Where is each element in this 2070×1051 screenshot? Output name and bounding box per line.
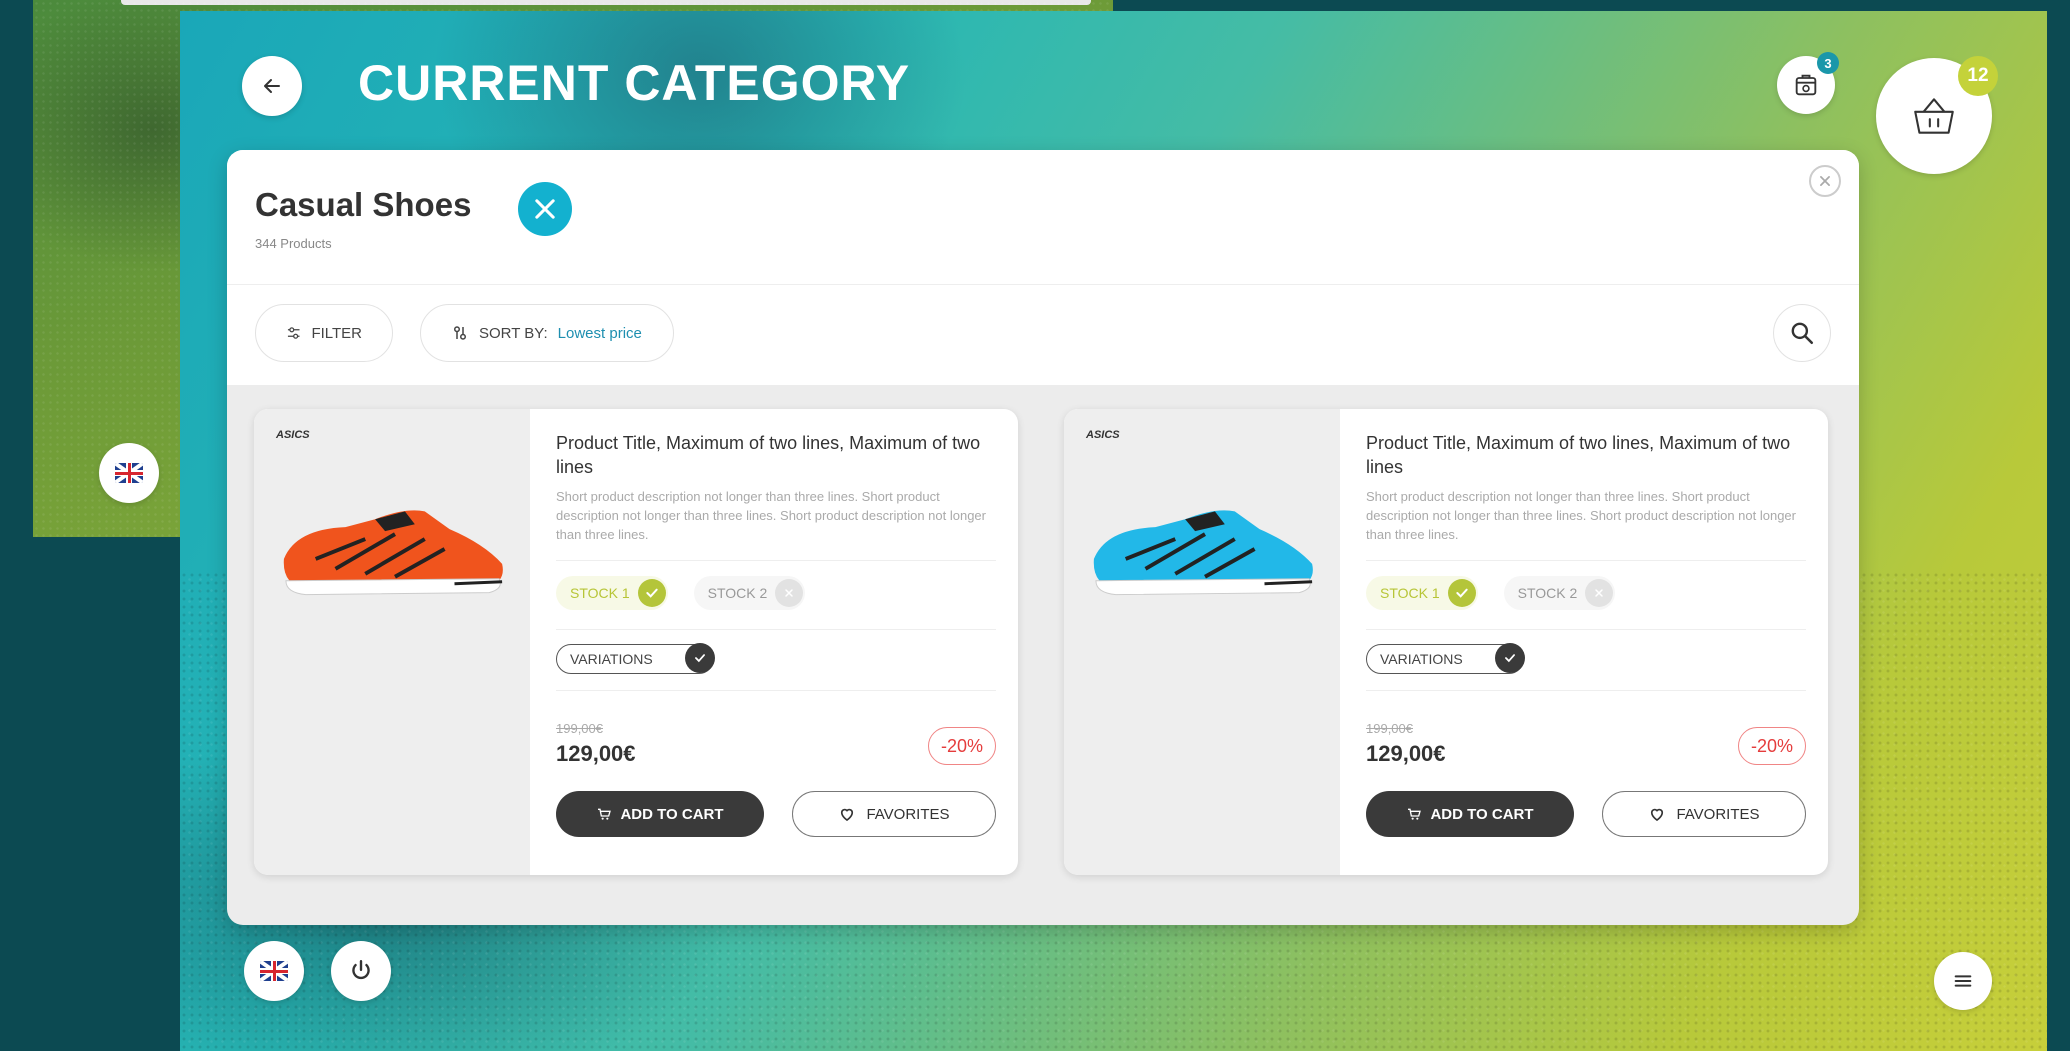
product-details: Product Title, Maximum of two lines, Max… — [1366, 431, 1806, 839]
stock-1-label: STOCK 1 — [1380, 585, 1440, 601]
divider — [556, 629, 996, 630]
divider — [556, 560, 996, 561]
product-description: Short product description not longer tha… — [1366, 489, 1796, 542]
price-row: 199,00€ 129,00€ -20% — [556, 707, 996, 773]
orders-icon — [1795, 74, 1817, 96]
product-image-area: ASICS — [1064, 409, 1340, 875]
stock-1-chip[interactable]: STOCK 1 — [1366, 576, 1478, 610]
search-button[interactable] — [1773, 304, 1831, 362]
category-title: Casual Shoes — [255, 186, 472, 223]
shoe-image-icon — [1093, 510, 1313, 596]
search-icon — [1791, 322, 1814, 345]
menu-icon — [1954, 975, 1972, 987]
sort-icon — [454, 326, 466, 340]
product-card[interactable]: ASICS Product Title, Maximum of two line… — [254, 409, 1018, 875]
discount-badge: -20% — [927, 727, 996, 765]
unavailable-icon — [1585, 579, 1614, 607]
background-topbar — [121, 0, 1091, 5]
check-icon — [637, 579, 666, 607]
variations-label: VARIATIONS — [570, 651, 653, 667]
price: 129,00€ — [556, 741, 636, 766]
clear-category-button[interactable] — [518, 182, 572, 236]
panel-close-button[interactable] — [1809, 165, 1841, 197]
orders-button[interactable]: 3 — [1777, 52, 1839, 114]
old-price: 199,00€ — [556, 721, 603, 736]
arrow-left-icon — [264, 79, 280, 93]
language-button[interactable] — [244, 941, 304, 1001]
cart-button[interactable]: 12 — [1876, 56, 1998, 174]
back-button[interactable] — [242, 56, 302, 116]
filter-button[interactable]: FILTER — [255, 304, 393, 362]
divider — [1366, 629, 1806, 630]
uk-flag-icon — [115, 463, 143, 483]
basket-icon — [1914, 98, 1954, 134]
action-row: ADD TO CART FAVORITES — [556, 791, 996, 839]
close-icon — [1820, 176, 1830, 186]
price-row: 199,00€ 129,00€ -20% — [1366, 707, 1806, 773]
cart-add-icon — [598, 808, 612, 820]
stock-2-label: STOCK 2 — [707, 585, 768, 601]
product-count: 344 Products — [255, 236, 332, 251]
panel-header: Casual Shoes 344 Products — [227, 150, 1859, 285]
stock-row: STOCK 1 STOCK 2 — [1366, 573, 1806, 613]
product-details: Product Title, Maximum of two lines, Max… — [556, 431, 996, 839]
favorites-button[interactable]: FAVORITES — [792, 791, 996, 837]
heart-icon — [841, 808, 854, 821]
power-icon — [352, 960, 370, 980]
variations-dropdown[interactable]: VARIATIONS — [1366, 643, 1525, 674]
toolbar: FILTER SORT BY: Lowest price — [227, 285, 1859, 385]
product-title: Product Title, Maximum of two lines, Max… — [1366, 433, 1791, 477]
price: 129,00€ — [1366, 741, 1446, 766]
category-panel: Casual Shoes 344 Products FILTER SORT BY… — [227, 150, 1859, 925]
stock-2-label: STOCK 2 — [1517, 585, 1578, 601]
product-description: Short product description not longer tha… — [556, 489, 986, 542]
product-title: Product Title, Maximum of two lines, Max… — [556, 433, 981, 477]
divider — [1366, 690, 1806, 691]
divider — [1366, 560, 1806, 561]
menu-button[interactable] — [1934, 952, 1992, 1010]
filter-icon — [287, 327, 300, 339]
stock-2-chip[interactable]: STOCK 2 — [1503, 576, 1616, 610]
brand-logo: ASICS — [276, 429, 310, 441]
background-language-button[interactable] — [99, 443, 159, 503]
shoe-image-icon — [283, 510, 503, 596]
stock-row: STOCK 1 STOCK 2 — [556, 573, 996, 613]
unavailable-icon — [775, 579, 804, 607]
close-icon — [535, 199, 555, 219]
cart-add-icon — [1408, 808, 1422, 820]
product-card[interactable]: ASICS Product Title, Maximum of two line… — [1064, 409, 1828, 875]
add-to-cart-label: ADD TO CART — [620, 805, 724, 823]
add-to-cart-label: ADD TO CART — [1430, 805, 1534, 823]
filter-label: FILTER — [311, 324, 362, 342]
power-button[interactable] — [331, 941, 391, 1001]
divider — [556, 690, 996, 691]
add-to-cart-button[interactable]: ADD TO CART — [1366, 791, 1574, 837]
product-image-area: ASICS — [254, 409, 530, 875]
page-title: CURRENT CATEGORY — [358, 55, 911, 111]
variations-label: VARIATIONS — [1380, 651, 1463, 667]
sort-label: SORT BY: — [479, 324, 548, 342]
favorites-label: FAVORITES — [1676, 805, 1760, 823]
uk-flag-icon — [260, 961, 288, 981]
add-to-cart-button[interactable]: ADD TO CART — [556, 791, 764, 837]
favorites-button[interactable]: FAVORITES — [1602, 791, 1806, 837]
cart-count-badge: 12 — [1958, 56, 1998, 96]
stock-1-chip[interactable]: STOCK 1 — [556, 576, 668, 610]
sort-button[interactable]: SORT BY: Lowest price — [420, 304, 674, 362]
action-row: ADD TO CART FAVORITES — [1366, 791, 1806, 839]
stock-1-label: STOCK 1 — [570, 585, 630, 601]
stock-2-chip[interactable]: STOCK 2 — [693, 576, 806, 610]
brand-logo: ASICS — [1086, 429, 1120, 441]
favorites-label: FAVORITES — [866, 805, 950, 823]
variations-dropdown[interactable]: VARIATIONS — [556, 643, 715, 674]
chevron-down-icon — [1495, 643, 1525, 673]
old-price: 199,00€ — [1366, 721, 1413, 736]
sort-value: Lowest price — [557, 324, 642, 342]
heart-icon — [1651, 808, 1664, 821]
chevron-down-icon — [685, 643, 715, 673]
discount-badge: -20% — [1737, 727, 1806, 765]
check-icon — [1447, 579, 1476, 607]
orders-count-badge: 3 — [1817, 52, 1839, 74]
